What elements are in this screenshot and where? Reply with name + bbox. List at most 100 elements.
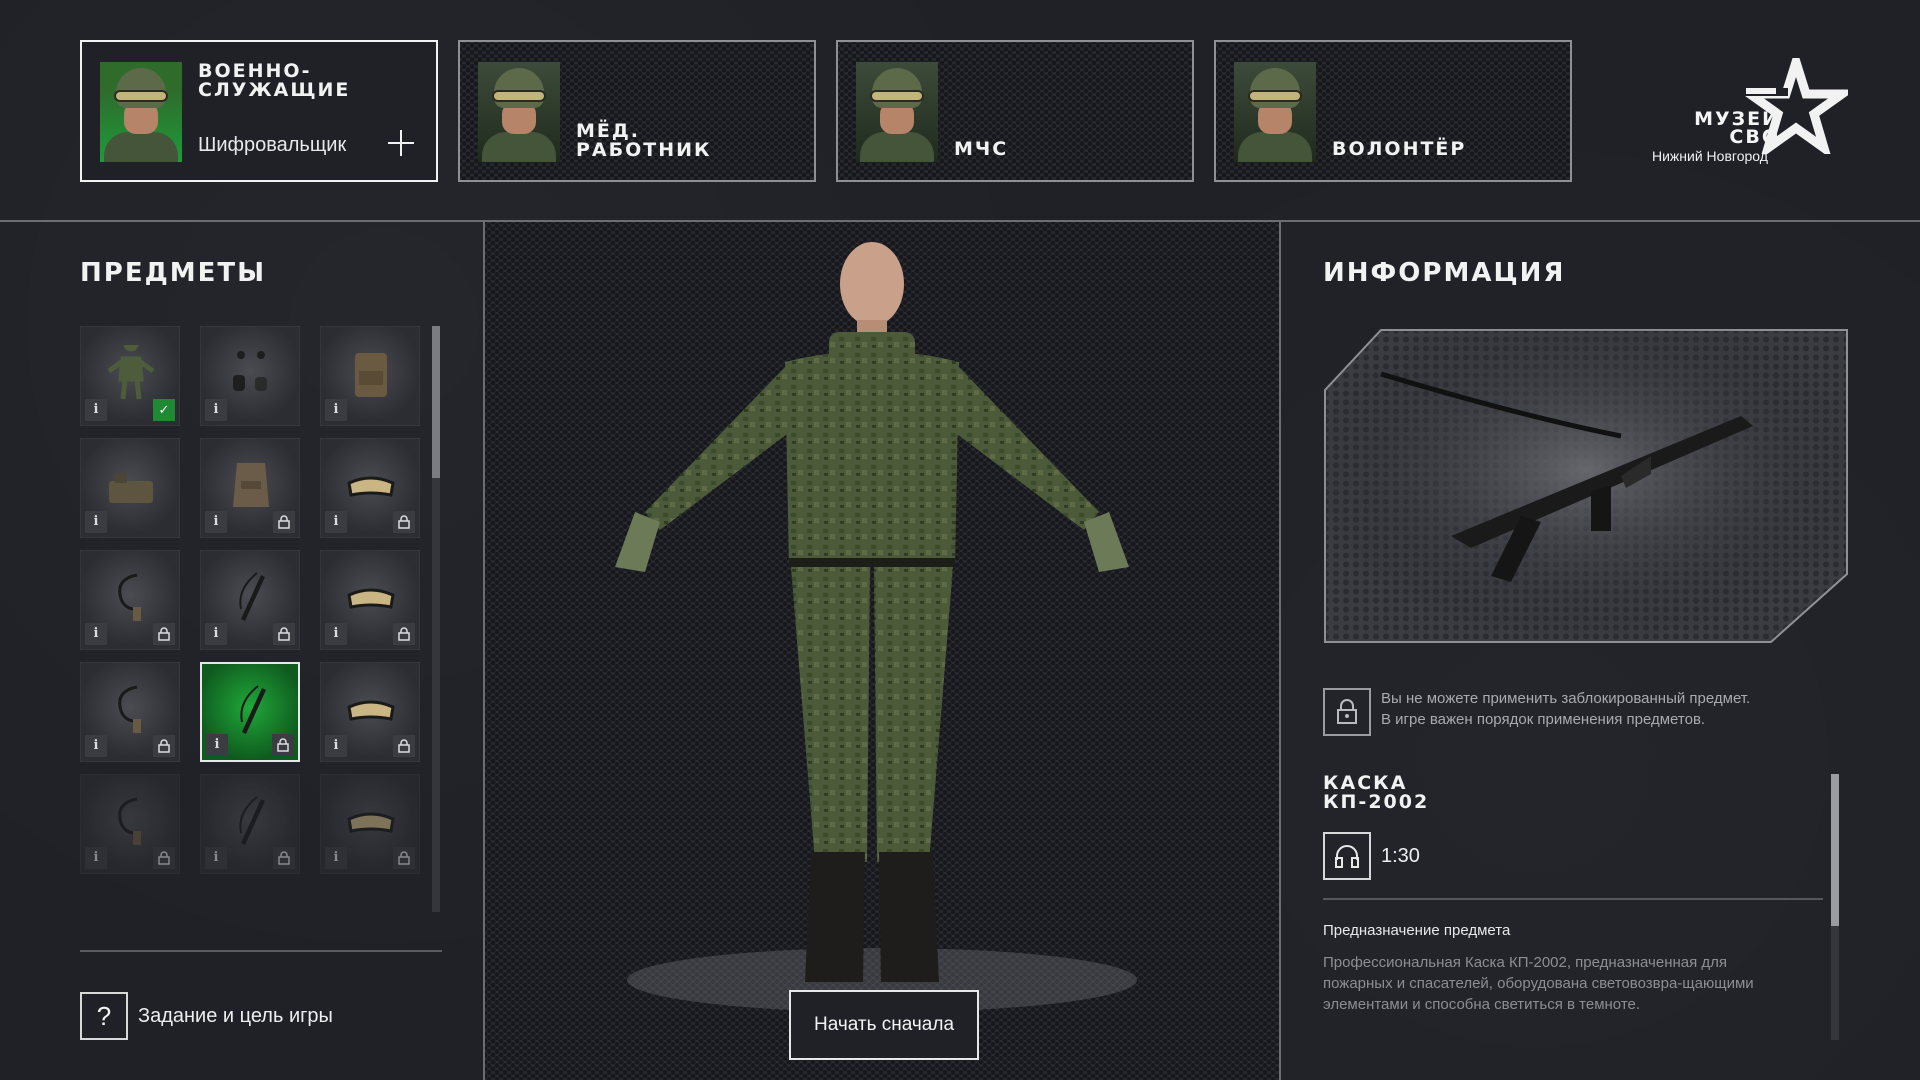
task-goal-label: Задание и цель игры (138, 1004, 333, 1027)
inventory-item[interactable]: i (320, 550, 420, 650)
inventory-item[interactable]: i (80, 438, 180, 538)
gloves-icon (233, 351, 267, 391)
divider (80, 950, 442, 952)
inventory-item[interactable]: i (320, 662, 420, 762)
info-icon[interactable]: i (325, 623, 347, 645)
items-panel: Предметы i ✓ i i i i i i i i i i i i i i ? Задание и це… (0, 222, 483, 1080)
goggles-icon (347, 476, 395, 497)
info-icon[interactable]: i (325, 735, 347, 757)
soldier-character (615, 242, 1129, 982)
role-title: Мёд. работник (576, 120, 712, 161)
role-card-mchs[interactable]: МЧС (836, 40, 1194, 182)
info-icon[interactable]: i (85, 399, 107, 421)
radio-icon (118, 797, 141, 845)
info-icon[interactable]: i (205, 623, 227, 645)
divider (1323, 898, 1823, 900)
logo-city: Нижний Новгород (1652, 148, 1768, 164)
avatar (856, 62, 938, 162)
purpose-text: Профессиональная Каска КП-2002, предназн… (1323, 954, 1754, 1013)
inventory-item[interactable]: i (80, 774, 180, 874)
inventory-item[interactable]: i (200, 326, 300, 426)
info-icon[interactable]: i (325, 847, 347, 869)
lock-icon (153, 623, 175, 645)
lock-icon (393, 511, 415, 533)
audio-player: 1:30 (1323, 832, 1420, 880)
rifle-icon (239, 796, 265, 845)
item-title: Каска КП-2002 (1323, 772, 1430, 813)
rifle-icon (240, 685, 266, 734)
goggles-icon (347, 700, 395, 721)
lock-icon (153, 735, 175, 757)
info-icon[interactable]: i (85, 735, 107, 757)
info-scrollbar[interactable] (1831, 774, 1839, 1040)
uniform-icon (107, 345, 155, 400)
goggles-icon (347, 588, 395, 609)
lock-icon (273, 847, 295, 869)
vest-bags-icon (109, 473, 153, 503)
inventory-item[interactable]: i (320, 774, 420, 874)
items-title: Предметы (80, 258, 267, 288)
lock-notice-line2: В игре важен порядок применения предмето… (1381, 711, 1706, 728)
header: Военно-служащие Шифровальщик Мёд. работни… (0, 0, 1920, 222)
inventory-item[interactable]: i (200, 550, 300, 650)
inventory-item[interactable]: i (200, 662, 300, 762)
role-subtitle: Шифровальщик (198, 134, 347, 156)
inventory-item[interactable]: i (200, 774, 300, 874)
info-icon[interactable]: i (205, 511, 227, 533)
inventory-item[interactable]: i (320, 326, 420, 426)
lock-icon (273, 511, 295, 533)
items-scrollbar[interactable] (432, 326, 440, 912)
info-title: Информация (1323, 258, 1566, 288)
info-icon[interactable]: i (325, 399, 347, 421)
star-icon (1744, 58, 1848, 154)
character-viewport[interactable]: Начать сначала (483, 222, 1281, 1080)
lock-notice-line1: Вы не можете применить заблокированный п… (1381, 690, 1751, 707)
info-icon[interactable]: i (205, 399, 227, 421)
museum-logo: Музей СВО Нижний Новгород (1648, 58, 1868, 168)
inventory-item[interactable]: i (80, 550, 180, 650)
avatar (1234, 62, 1316, 162)
plus-icon[interactable] (388, 130, 414, 156)
body-armor-icon (233, 463, 269, 507)
lock-icon (273, 623, 295, 645)
inventory-item[interactable]: i (200, 438, 300, 538)
info-icon[interactable]: i (85, 623, 107, 645)
info-panel: Информация Вы не можете применить заблок… (1283, 222, 1920, 1080)
lock-icon (1323, 688, 1371, 736)
info-icon[interactable]: i (206, 734, 228, 756)
item-preview (1324, 329, 1848, 643)
restart-button[interactable]: Начать сначала (789, 990, 979, 1060)
role-title: Военно-служащие (198, 60, 351, 101)
rifle-icon (239, 572, 265, 621)
question-icon: ? (80, 992, 128, 1040)
info-icon[interactable]: i (205, 847, 227, 869)
inventory-item[interactable]: i ✓ (80, 326, 180, 426)
role-card-military[interactable]: Военно-служащие Шифровальщик (80, 40, 438, 182)
check-icon: ✓ (153, 399, 175, 421)
audio-duration: 1:30 (1381, 844, 1420, 867)
lock-icon (153, 847, 175, 869)
lock-icon (272, 734, 294, 756)
avatar (100, 62, 182, 162)
lock-icon (393, 623, 415, 645)
role-card-medic[interactable]: Мёд. работник (458, 40, 816, 182)
lock-icon (393, 735, 415, 757)
lock-notice: Вы не можете применить заблокированный п… (1323, 688, 1750, 736)
info-icon[interactable]: i (85, 847, 107, 869)
radio-icon (118, 573, 141, 621)
role-title: Волонтёр (1332, 138, 1467, 160)
radio-icon (118, 685, 141, 733)
task-goal-button[interactable]: ? Задание и цель игры (80, 992, 333, 1040)
backpack-icon (355, 353, 387, 397)
inventory-item[interactable]: i (80, 662, 180, 762)
purpose-label: Предназначение предмета (1323, 922, 1511, 939)
role-card-volunteer[interactable]: Волонтёр (1214, 40, 1572, 182)
headphones-icon[interactable] (1323, 832, 1371, 880)
lock-icon (393, 847, 415, 869)
info-icon[interactable]: i (325, 511, 347, 533)
avatar (478, 62, 560, 162)
info-icon[interactable]: i (85, 511, 107, 533)
inventory-item[interactable]: i (320, 438, 420, 538)
role-title: МЧС (954, 138, 1009, 160)
goggles-icon (347, 812, 395, 833)
